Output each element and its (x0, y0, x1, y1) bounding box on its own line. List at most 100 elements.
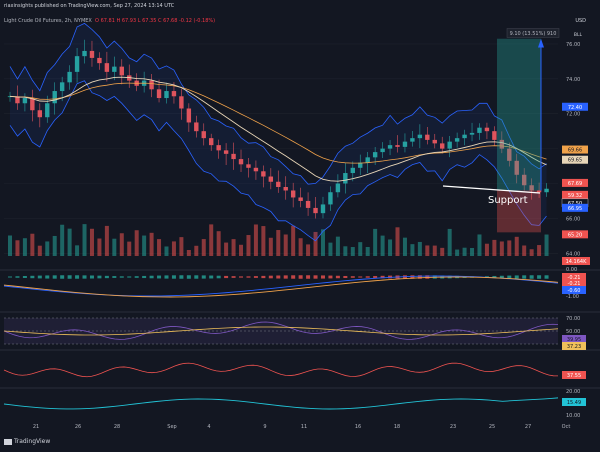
volume-bar (507, 240, 512, 256)
macd-histogram-bar (320, 275, 325, 279)
adx-line (3, 397, 559, 410)
volume-bar (157, 239, 162, 256)
volume-bar (171, 241, 176, 256)
volume-bar (291, 225, 296, 256)
measure-label-text: 9.10 (13.51%) 910 (510, 31, 557, 37)
macd-histogram-bar (52, 275, 57, 279)
volume-bar (112, 238, 117, 256)
tradingview-logo: TradingView (4, 438, 50, 445)
chart-canvas[interactable]: 76.0074.0072.0070.0068.0066.0064.0021262… (0, 0, 600, 452)
volume-bar (201, 239, 206, 256)
adx-tag-text: 15.49 (567, 400, 581, 406)
volume-bar (455, 249, 460, 256)
macd-histogram-bar (179, 275, 184, 279)
volume-bar (358, 242, 363, 256)
rsi-tag: 37.23 (562, 342, 586, 350)
time-tick-label: 16 (355, 424, 361, 430)
price-tick-label: 74.00 (566, 77, 580, 83)
macd-histogram-bar (82, 275, 87, 279)
volume-bar (529, 249, 534, 256)
macd-histogram-bar (15, 276, 20, 278)
time-tick-label: 28 (114, 424, 120, 430)
macd-histogram-bar (37, 275, 42, 279)
macd-histogram-bar (97, 275, 102, 279)
macd-histogram-bar (127, 276, 132, 278)
macd-histogram-bar (246, 276, 251, 278)
macd-tag: -0.60 (562, 286, 586, 294)
macd-histogram-bar (142, 275, 147, 279)
indicator-line (3, 362, 559, 378)
rsi-tag-text: 37.23 (567, 344, 581, 350)
rsi-tick-label: 70.00 (566, 316, 580, 322)
volume-bar (499, 241, 504, 256)
time-tick-label: 23 (450, 424, 456, 430)
macd-histogram-bar (8, 276, 12, 278)
volume-bar (514, 236, 519, 256)
volume-tag: 14.164K (562, 257, 590, 265)
volume-bar (37, 245, 42, 256)
volume-bar (447, 228, 452, 256)
time-tick-label: 18 (394, 424, 400, 430)
volume-bar (261, 226, 266, 256)
price-tag-text: 69.65 (568, 158, 582, 164)
volume-bar (119, 233, 124, 256)
volume-bar (537, 245, 542, 256)
macd-histogram-bar (231, 276, 236, 278)
volume-bar (22, 238, 27, 256)
macd-histogram-bar (22, 276, 27, 278)
macd-histogram-bar (171, 275, 176, 279)
volume-bar (268, 237, 273, 256)
volume-bar (335, 236, 340, 256)
volume-bar (179, 237, 184, 256)
volume-bar (216, 231, 221, 256)
time-tick-label: 25 (489, 424, 495, 430)
volume-bar (194, 245, 199, 256)
volume-bar (492, 239, 497, 256)
macd-histogram-bar (343, 275, 348, 279)
volume-bar (462, 247, 467, 256)
volume-bar (134, 230, 139, 256)
price-tag-text: 65.20 (568, 232, 582, 238)
channel-fill (10, 23, 547, 241)
volume-bar (209, 224, 214, 256)
macd-histogram-bar (350, 276, 355, 278)
target-zone (497, 38, 541, 191)
volume-bar (410, 244, 415, 256)
macd-histogram-bar (75, 275, 80, 279)
macd-histogram-bar (544, 275, 549, 279)
macd-histogram-bar (328, 275, 333, 279)
volume-bar (246, 235, 251, 256)
macd-histogram-bar (157, 275, 162, 279)
time-tick-label: Oct (562, 424, 571, 430)
macd-histogram-bar (60, 275, 65, 279)
macd-histogram-bar (89, 275, 94, 279)
volume-bar (127, 241, 132, 256)
macd-zero-label: 0.00 (566, 267, 577, 273)
rsi-tag: 39.95 (562, 335, 586, 343)
tv-logo-icon (4, 438, 12, 445)
volume-bar (432, 245, 437, 256)
macd-histogram-bar (239, 276, 244, 278)
price-tick-label: 72.00 (566, 112, 580, 118)
macd-scale-label: -1.00 (566, 294, 579, 300)
price-tag-text: 67.69 (568, 181, 582, 187)
macd-histogram-bar (291, 275, 296, 279)
volume-bar (224, 242, 229, 256)
macd-histogram-bar (104, 275, 109, 279)
volume-bar (343, 246, 348, 256)
volume-bar (239, 244, 244, 256)
macd-histogram-bar (149, 275, 154, 279)
volume-bar (60, 224, 65, 256)
macd-histogram-bar (112, 276, 117, 278)
volume-bar (97, 238, 102, 256)
volume-bar (544, 234, 549, 256)
volume-bar (373, 228, 378, 256)
volume-bar (89, 228, 94, 256)
volume-bar (402, 237, 407, 256)
time-tick-label: 26 (75, 424, 81, 430)
macd-histogram-bar (134, 276, 139, 278)
macd-histogram-bar (298, 275, 303, 279)
volume-bar (253, 224, 258, 256)
volume-bar (388, 239, 393, 256)
macd-histogram-bar (67, 275, 72, 279)
